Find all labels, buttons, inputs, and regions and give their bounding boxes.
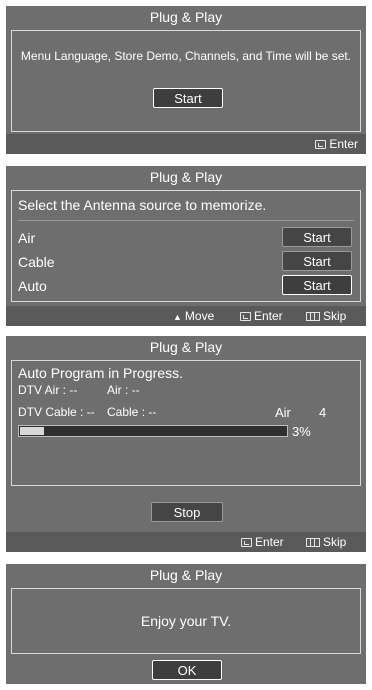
progress-fill (20, 427, 44, 435)
message-box: Menu Language, Store Demo, Channels, and… (11, 30, 361, 132)
air-count: Air : -- (107, 383, 140, 397)
move-label: Move (184, 309, 215, 323)
progress-heading: Auto Program in Progress. (18, 365, 183, 381)
progress-box: Auto Program in Progress. DTV Air : -- A… (11, 360, 361, 486)
progress-bar (18, 425, 288, 437)
finish-box: Enjoy your TV. (11, 588, 361, 654)
panel-title: Plug & Play (149, 9, 223, 25)
dtv-air-count: DTV Air : -- (18, 383, 78, 397)
footer-enter: Enter (240, 306, 283, 326)
start-button[interactable]: Start (153, 88, 223, 108)
antenna-box: Select the Antenna source to memorize. A… (11, 190, 361, 302)
cable-count: Cable : -- (107, 405, 157, 419)
footer-bar: ▲︎ Move Enter Skip (6, 306, 366, 326)
footer-skip: Skip (306, 532, 346, 552)
footer-enter: Enter (241, 532, 284, 552)
progress-percent: 3% (292, 424, 311, 439)
skip-label: Skip (323, 309, 347, 323)
footer-bar: Enter (6, 134, 366, 154)
footer-move: ▲︎ Move (173, 306, 214, 326)
antenna-heading: Select the Antenna source to memorize. (18, 197, 267, 213)
enter-label: Enter (254, 309, 283, 323)
footer-bar: Enter Skip (6, 532, 366, 552)
divider (18, 220, 354, 221)
current-source: Air (275, 405, 291, 420)
row-label-cable: Cable (18, 254, 55, 270)
skip-label: Skip (323, 535, 347, 549)
plug-and-play-language-panel: Plug & Play Menu Language, Store Demo, C… (6, 6, 366, 154)
plug-and-play-antenna-panel: Plug & Play Select the Antenna source to… (6, 166, 366, 326)
stop-button[interactable]: Stop (151, 502, 223, 522)
plug-and-play-progress-panel: Plug & Play Auto Program in Progress. DT… (6, 336, 366, 552)
panel-title: Plug & Play (149, 339, 223, 355)
row-label-auto: Auto (18, 278, 47, 294)
skip-icon (306, 312, 320, 322)
footer-enter: Enter (315, 134, 358, 154)
move-arrows-icon: ▲︎ (173, 311, 182, 322)
panel-title: Plug & Play (149, 169, 223, 185)
air-start-button[interactable]: Start (282, 227, 352, 247)
enter-icon (240, 312, 251, 322)
enter-label: Enter (329, 137, 358, 151)
row-label-air: Air (18, 230, 36, 246)
enter-label: Enter (255, 535, 284, 549)
plug-and-play-finish-panel: Plug & Play Enjoy your TV. OK (6, 564, 366, 684)
enter-icon (241, 538, 252, 548)
ok-button[interactable]: OK (152, 660, 222, 680)
finish-message: Enjoy your TV. (140, 613, 232, 629)
enter-icon (315, 140, 327, 150)
current-channel: 4 (319, 405, 327, 420)
skip-icon (306, 538, 320, 548)
dtv-cable-count: DTV Cable : -- (18, 405, 95, 419)
auto-start-button[interactable]: Start (282, 275, 352, 295)
setup-message: Menu Language, Store Demo, Channels, and… (20, 49, 352, 63)
panel-title: Plug & Play (149, 567, 223, 583)
footer-skip: Skip (306, 306, 346, 326)
cable-start-button[interactable]: Start (282, 251, 352, 271)
